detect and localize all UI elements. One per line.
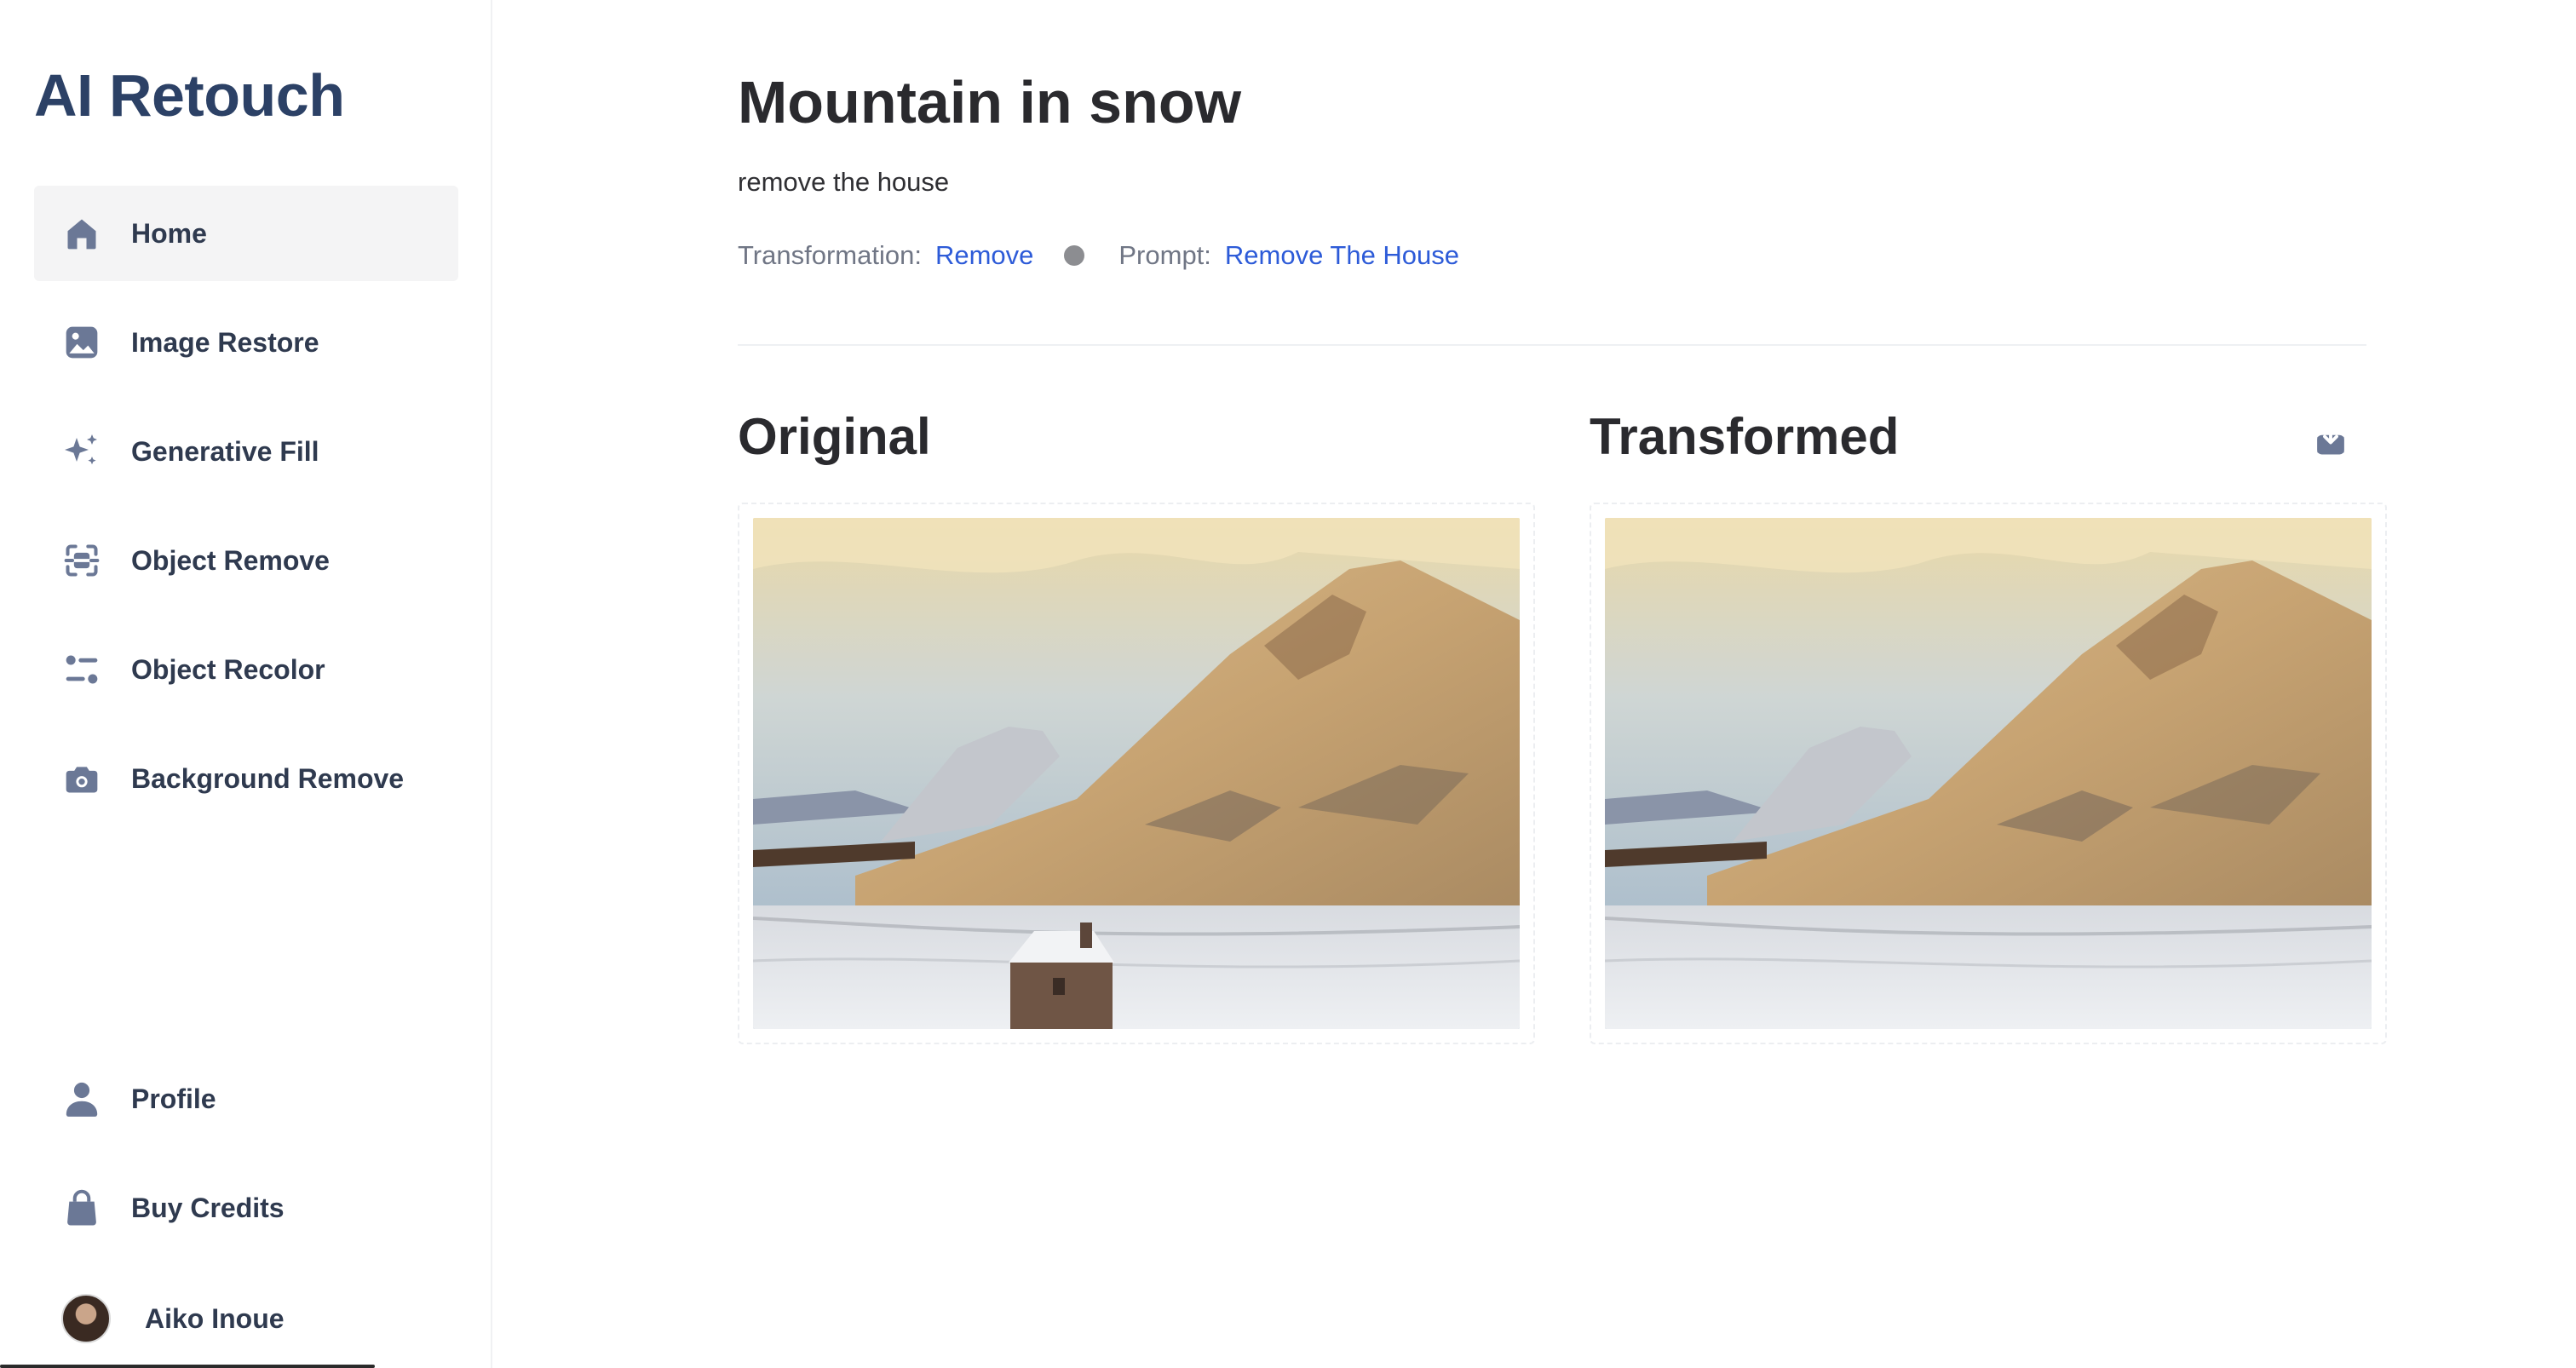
transformation-meta: Transformation: Remove Prompt: Remove Th… (738, 240, 1459, 271)
separator-dot (1064, 245, 1085, 266)
image-icon (61, 322, 102, 363)
camera-icon (61, 758, 102, 799)
sliders-icon (61, 649, 102, 690)
sidebar: AI Retouch Home Image Restore Generative… (0, 0, 492, 1368)
sidebar-item-label: Background Remove (131, 762, 405, 794)
sidebar-item-image-restore[interactable]: Image Restore (34, 295, 458, 390)
original-image-frame (738, 503, 1535, 1044)
sparkles-icon (61, 431, 102, 472)
original-image (753, 518, 1520, 1029)
sidebar-item-label: Generative Fill (131, 435, 319, 467)
sidebar-item-generative-fill[interactable]: Generative Fill (34, 404, 458, 499)
sidebar-item-label: Object Remove (131, 544, 330, 576)
user-icon (61, 1078, 102, 1119)
sidebar-item-home[interactable]: Home (34, 186, 458, 281)
sidebar-item-label: Buy Credits (131, 1192, 285, 1223)
sidebar-item-object-remove[interactable]: Object Remove (34, 513, 458, 608)
sidebar-item-background-remove[interactable]: Background Remove (34, 731, 458, 826)
sidebar-item-label: Image Restore (131, 326, 319, 358)
sidebar-item-profile[interactable]: Profile (34, 1051, 458, 1147)
page-title: Mountain in snow (738, 69, 1242, 135)
transformed-heading: Transformed (1590, 408, 1900, 465)
scan-icon (61, 540, 102, 581)
download-icon (2313, 422, 2349, 462)
sidebar-item-label: Home (131, 217, 207, 249)
sidebar-bottom-nav: Profile Buy Credits (34, 1051, 458, 1269)
sidebar-item-label: Object Recolor (131, 653, 325, 685)
prompt-label: Prompt: (1118, 240, 1211, 270)
original-heading: Original (738, 408, 931, 465)
user-name: Aiko Inoue (145, 1302, 285, 1334)
horizontal-scrollbar[interactable] (0, 1365, 375, 1368)
prompt-value: Remove The House (1224, 240, 1460, 270)
app-root: AI Retouch Home Image Restore Generative… (0, 0, 2576, 1368)
sidebar-item-object-recolor[interactable]: Object Recolor (34, 622, 458, 717)
transformation-value: Remove (934, 240, 1034, 270)
page-subtitle: remove the house (738, 167, 950, 197)
app-logo[interactable]: AI Retouch (34, 61, 345, 129)
download-button[interactable] (2312, 422, 2349, 460)
main-content: Mountain in snow remove the house Transf… (492, 0, 2576, 1368)
transformed-image-frame (1590, 503, 2387, 1044)
divider (738, 344, 2366, 346)
sidebar-nav: Home Image Restore Generative Fill Objec… (34, 186, 458, 840)
home-icon (61, 213, 102, 254)
transformation-label: Transformation: (738, 240, 922, 270)
sidebar-item-buy-credits[interactable]: Buy Credits (34, 1160, 458, 1256)
bag-icon (61, 1187, 102, 1228)
sidebar-item-label: Profile (131, 1083, 216, 1114)
transformed-image (1605, 518, 2372, 1029)
user-profile-button[interactable]: Aiko Inoue (61, 1293, 285, 1344)
avatar (61, 1294, 111, 1343)
